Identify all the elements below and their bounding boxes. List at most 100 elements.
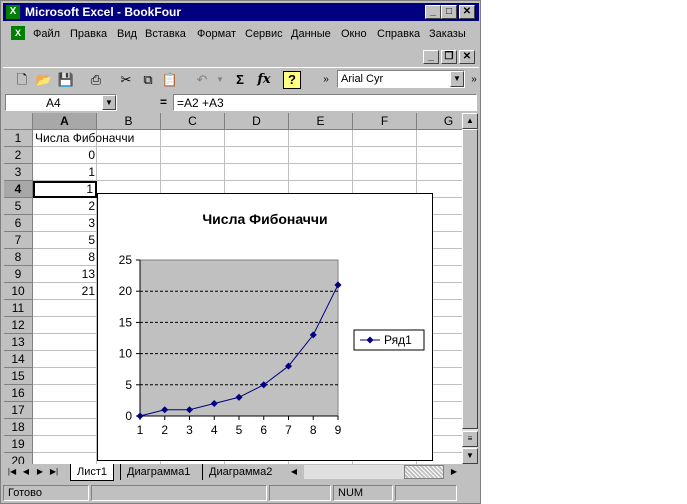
chevron-down-icon[interactable]: ▼ (102, 95, 116, 110)
column-header-g[interactable]: G (417, 113, 462, 130)
row-header[interactable]: 2 (4, 147, 33, 164)
row-header[interactable]: 15 (4, 368, 33, 385)
workbook-icon[interactable]: X (11, 26, 25, 40)
cell-a8[interactable]: 8 (33, 249, 97, 266)
formatting-more-icon[interactable]: » (463, 70, 485, 90)
scroll-left-icon[interactable]: ◀ (288, 465, 300, 479)
scroll-thumb[interactable] (462, 129, 478, 429)
copy-icon[interactable]: ⧉ (137, 70, 159, 90)
paste-icon[interactable]: 📋 (159, 70, 181, 90)
new-document-icon[interactable]: 🗋 (11, 70, 33, 90)
split-handle[interactable]: ≡ (462, 431, 478, 447)
menu-insert[interactable]: Вставка (145, 28, 186, 40)
function-wizard-button[interactable]: fx (253, 70, 275, 90)
menu-view[interactable]: Вид (117, 28, 137, 40)
cell-a6[interactable]: 3 (33, 215, 97, 232)
row-header[interactable]: 20 (4, 453, 33, 464)
scroll-right-icon[interactable]: ▶ (448, 465, 460, 479)
next-sheet-icon[interactable]: ▶ (34, 465, 46, 479)
doc-restore-button[interactable]: ❐ (441, 50, 457, 64)
minimize-button[interactable]: _ (425, 5, 441, 19)
menu-file[interactable]: Файл (33, 28, 60, 40)
row-header[interactable]: 7 (4, 232, 33, 249)
select-all-button[interactable] (4, 113, 33, 130)
row-header[interactable]: 4 (4, 181, 33, 198)
column-header-d[interactable]: D (225, 113, 289, 130)
doc-minimize-button[interactable]: _ (423, 50, 439, 64)
row-header[interactable]: 13 (4, 334, 33, 351)
row-header[interactable]: 5 (4, 198, 33, 215)
status-panel-empty-1 (91, 485, 267, 501)
scroll-thumb-h[interactable] (404, 465, 444, 479)
row-header[interactable]: 12 (4, 317, 33, 334)
toolbar-more-icon[interactable]: » (315, 70, 337, 90)
name-box[interactable]: A4 ▼ (5, 94, 117, 111)
column-header-b[interactable]: B (97, 113, 161, 130)
maximize-button[interactable]: □ (441, 5, 457, 19)
help-button[interactable]: ? (283, 71, 301, 89)
title-bar: X Microsoft Excel - BookFour _ □ ✕ (3, 3, 479, 21)
menu-bar: X Файл Правка Вид Вставка Формат Сервис … (3, 23, 479, 45)
cell-a2[interactable]: 0 (33, 147, 97, 164)
row-header[interactable]: 1 (4, 130, 33, 147)
menu-edit[interactable]: Правка (70, 28, 107, 40)
excel-icon[interactable]: X (6, 5, 20, 19)
vertical-scrollbar[interactable]: ▲ ≡ ▼ (462, 113, 478, 464)
menu-orders[interactable]: Заказы (429, 28, 466, 40)
prev-sheet-icon[interactable]: ◀ (20, 465, 32, 479)
cell-a1[interactable]: Числа Фибоначчи (33, 130, 163, 147)
column-header-a[interactable]: A (33, 113, 97, 130)
last-sheet-icon[interactable]: ▶| (48, 465, 60, 479)
embedded-chart[interactable]: Числа Фибоначчи 0 5 10 15 20 25 1 2 3 4 5 6 7 8 9 Ряд1 (97, 193, 433, 461)
formula-equals[interactable]: = (160, 95, 167, 109)
menu-tools[interactable]: Сервис (245, 28, 283, 40)
row-header[interactable]: 6 (4, 215, 33, 232)
chart-title: Числа Фибоначчи (202, 211, 327, 227)
y-tick-label: 25 (119, 253, 133, 267)
first-sheet-icon[interactable]: |◀ (6, 465, 18, 479)
row-header[interactable]: 8 (4, 249, 33, 266)
formula-input[interactable]: =A2 +A3 (173, 94, 477, 111)
close-button[interactable]: ✕ (459, 5, 475, 19)
column-header-e[interactable]: E (289, 113, 353, 130)
menu-help[interactable]: Справка (377, 28, 420, 40)
menu-window[interactable]: Окно (341, 28, 367, 40)
save-icon[interactable]: 💾 (55, 70, 77, 90)
column-header-f[interactable]: F (353, 113, 417, 130)
row-header[interactable]: 11 (4, 300, 33, 317)
scroll-up-icon[interactable]: ▲ (462, 113, 478, 129)
open-folder-icon[interactable]: 📂 (33, 70, 55, 90)
horizontal-scrollbar[interactable] (304, 465, 404, 479)
menu-format[interactable]: Формат (197, 28, 236, 40)
undo-dropdown-icon[interactable]: ▼ (209, 70, 231, 90)
cut-icon[interactable]: ✂ (115, 70, 137, 90)
legend[interactable]: Ряд1 (353, 329, 425, 351)
row-header[interactable]: 3 (4, 164, 33, 181)
menu-data[interactable]: Данные (291, 28, 331, 40)
row-header[interactable]: 19 (4, 436, 33, 453)
cell-a7[interactable]: 5 (33, 232, 97, 249)
row-header[interactable]: 17 (4, 402, 33, 419)
tab-chart2[interactable]: Диаграмма2 (202, 464, 278, 480)
doc-close-button[interactable]: ✕ (459, 50, 475, 64)
cell-a10[interactable]: 21 (33, 283, 97, 300)
x-tick-label: 2 (161, 423, 168, 437)
scroll-down-icon[interactable]: ▼ (462, 448, 478, 464)
row-header[interactable]: 18 (4, 419, 33, 436)
chevron-down-icon[interactable]: ▼ (450, 71, 464, 87)
column-header-c[interactable]: C (161, 113, 225, 130)
autosum-button[interactable]: Σ (229, 70, 251, 90)
cell-a3[interactable]: 1 (33, 164, 97, 181)
row-header[interactable]: 14 (4, 351, 33, 368)
cell-a5[interactable]: 2 (33, 198, 97, 215)
window-title: Microsoft Excel - BookFour (25, 5, 182, 19)
print-icon[interactable]: ⎙ (85, 70, 107, 90)
row-header[interactable]: 10 (4, 283, 33, 300)
row-header[interactable]: 9 (4, 266, 33, 283)
tab-sheet1[interactable]: Лист1 (70, 464, 115, 481)
cell-a9[interactable]: 13 (33, 266, 97, 283)
font-select[interactable]: Arial Cyr ▼ (337, 70, 465, 88)
row-header[interactable]: 16 (4, 385, 33, 402)
cell-a4[interactable]: 1 (33, 181, 97, 198)
tab-chart1[interactable]: Диаграмма1 (120, 464, 196, 480)
